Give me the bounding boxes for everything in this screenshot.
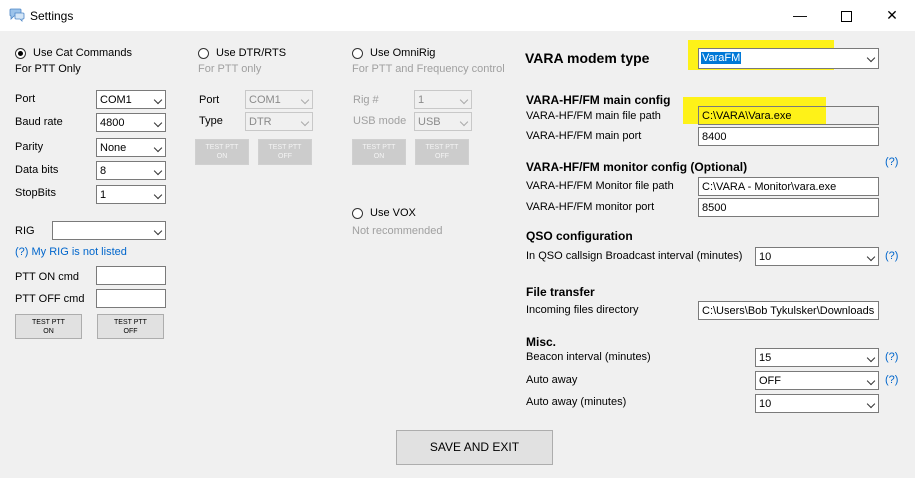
chevron-down-icon <box>459 117 469 127</box>
close-icon: ✕ <box>886 7 898 23</box>
data-bits-select[interactable]: 8 <box>96 161 166 180</box>
cat-port-select[interactable]: COM1 <box>96 90 166 109</box>
maximize-button[interactable] <box>823 0 869 31</box>
chevron-down-icon <box>153 118 163 128</box>
incoming-dir-label: Incoming files directory <box>526 304 639 316</box>
usb-mode-select[interactable]: USB <box>414 112 472 131</box>
baud-rate-label: Baud rate <box>15 116 63 128</box>
qso-heading: QSO configuration <box>526 229 633 243</box>
rig-not-listed-link[interactable]: (?) My RIG is not listed <box>15 246 127 258</box>
rig-select[interactable] <box>52 221 166 240</box>
omnirig-subtitle: For PTT and Frequency control <box>352 63 505 75</box>
main-config-heading: VARA-HF/FM main config <box>526 93 671 107</box>
chevron-down-icon <box>153 166 163 176</box>
close-button[interactable]: ✕ <box>869 0 915 31</box>
chevron-down-icon <box>459 95 469 105</box>
cat-test-ptt-on-button[interactable]: TEST PTT ON <box>15 314 82 339</box>
title-bar: Settings — ✕ <box>0 0 915 31</box>
cat-commands-radio[interactable] <box>15 48 26 59</box>
dtr-test-ptt-off-button[interactable]: TEST PTT OFF <box>258 139 312 165</box>
monitor-path-input[interactable]: C:\VARA - Monitor\vara.exe <box>698 177 879 196</box>
vox-radio[interactable] <box>352 208 363 219</box>
monitor-port-input[interactable]: 8500 <box>698 198 879 217</box>
save-and-exit-button[interactable]: SAVE AND EXIT <box>396 430 553 465</box>
parity-select[interactable]: None <box>96 138 166 157</box>
omnirig-rig-select[interactable]: 1 <box>414 90 472 109</box>
modem-type-select[interactable]: VaraFM <box>698 48 879 69</box>
window-title: Settings <box>30 9 74 23</box>
monitor-path-label: VARA-HF/FM Monitor file path <box>526 180 674 192</box>
omnirig-label: Use OmniRig <box>370 47 436 59</box>
auto-away-label: Auto away <box>526 374 578 386</box>
dtr-type-select[interactable]: DTR <box>245 112 313 131</box>
chevron-down-icon <box>866 376 876 386</box>
dtr-rts-label: Use DTR/RTS <box>216 47 287 59</box>
monitor-config-heading: VARA-HF/FM monitor config (Optional) <box>526 160 748 174</box>
cat-commands-label: Use Cat Commands <box>33 47 133 59</box>
ptt-off-cmd-label: PTT OFF cmd <box>15 293 85 305</box>
usb-mode-label: USB mode <box>353 115 407 127</box>
omnirig-test-ptt-on-button[interactable]: TEST PTT ON <box>352 139 406 165</box>
stop-bits-label: StopBits <box>15 187 56 199</box>
maximize-icon <box>840 10 852 22</box>
vox-subtitle: Not recommended <box>352 225 443 237</box>
chevron-down-icon <box>153 143 163 153</box>
parity-label: Parity <box>15 141 44 153</box>
auto-away-minutes-select[interactable]: 10 <box>755 394 879 413</box>
auto-away-select[interactable]: OFF <box>755 371 879 390</box>
dtr-port-label: Port <box>199 94 220 106</box>
chevron-down-icon <box>153 95 163 105</box>
main-port-input[interactable]: 8400 <box>698 127 879 146</box>
omnirig-test-ptt-off-button[interactable]: TEST PTT OFF <box>415 139 469 165</box>
ptt-on-cmd-input[interactable] <box>96 266 166 285</box>
baud-rate-select[interactable]: 4800 <box>96 113 166 132</box>
data-bits-label: Data bits <box>15 164 59 176</box>
rig-label: RIG <box>15 225 35 237</box>
file-transfer-heading: File transfer <box>526 285 595 299</box>
chevron-down-icon <box>866 53 876 63</box>
misc-heading: Misc. <box>526 335 557 349</box>
modem-type-label: VARA modem type <box>525 50 650 66</box>
chevron-down-icon <box>300 117 310 127</box>
qso-interval-label: In QSO callsign Broadcast interval (minu… <box>526 250 743 262</box>
minimize-button[interactable]: — <box>777 0 823 31</box>
chevron-down-icon <box>866 399 876 409</box>
incoming-dir-input[interactable]: C:\Users\Bob Tykulsker\Downloads <box>698 301 879 320</box>
chevron-down-icon <box>153 226 163 236</box>
dtr-subtitle: For PTT only <box>198 63 262 75</box>
main-path-label: VARA-HF/FM main file path <box>526 110 661 122</box>
cat-subtitle: For PTT Only <box>15 63 81 75</box>
dtr-port-select[interactable]: COM1 <box>245 90 313 109</box>
qso-interval-select[interactable]: 10 <box>755 247 879 266</box>
beacon-help-link[interactable]: (?) <box>885 351 898 363</box>
beacon-interval-select[interactable]: 15 <box>755 348 879 367</box>
chevron-down-icon <box>153 190 163 200</box>
monitor-help-link[interactable]: (?) <box>885 156 898 168</box>
chevron-down-icon <box>300 95 310 105</box>
ptt-on-cmd-label: PTT ON cmd <box>15 271 79 283</box>
ptt-off-cmd-input[interactable] <box>96 289 166 308</box>
auto-away-minutes-label: Auto away (minutes) <box>526 396 627 408</box>
qso-help-link[interactable]: (?) <box>885 250 898 262</box>
auto-away-help-link[interactable]: (?) <box>885 374 898 386</box>
settings-window: Settings — ✕ Use Cat Commands For PTT On… <box>0 0 915 478</box>
omnirig-radio[interactable] <box>352 48 363 59</box>
main-path-input[interactable]: C:\VARA\Vara.exe <box>698 106 879 125</box>
omnirig-rig-label: Rig # <box>353 94 379 106</box>
minimize-icon: — <box>793 7 807 23</box>
chevron-down-icon <box>866 252 876 262</box>
stop-bits-select[interactable]: 1 <box>96 185 166 204</box>
vox-label: Use VOX <box>370 207 416 219</box>
dtr-rts-radio[interactable] <box>198 48 209 59</box>
monitor-port-label: VARA-HF/FM monitor port <box>526 201 655 213</box>
chat-bubble-icon <box>9 8 25 22</box>
beacon-interval-label: Beacon interval (minutes) <box>526 351 651 363</box>
chevron-down-icon <box>866 353 876 363</box>
cat-port-label: Port <box>15 93 36 105</box>
main-port-label: VARA-HF/FM main port <box>526 130 642 142</box>
cat-test-ptt-off-button[interactable]: TEST PTT OFF <box>97 314 164 339</box>
dtr-test-ptt-on-button[interactable]: TEST PTT ON <box>195 139 249 165</box>
dtr-type-label: Type <box>199 115 223 127</box>
